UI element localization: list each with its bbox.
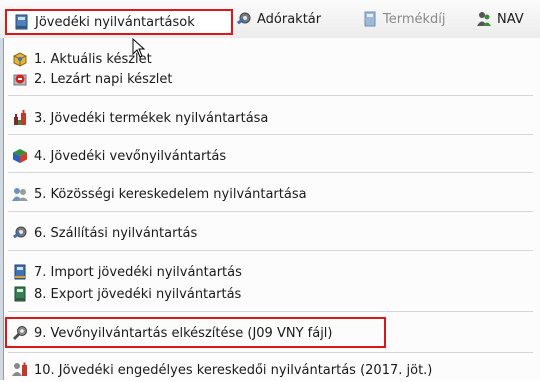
separator: [8, 134, 533, 135]
users-icon: [476, 11, 492, 27]
menu-jovedeki-nyilvantartasok[interactable]: Jövedéki nyilvántartások: [5, 9, 233, 35]
box-icon: [12, 51, 28, 67]
menu-item-kozossegi-kereskedelem[interactable]: 5. Közösségi kereskedelem nyilvántartása: [12, 183, 307, 205]
menu-item-label: 3. Jövedéki termékek nyilvántartása: [34, 110, 269, 126]
gear-icon: [12, 225, 28, 241]
cube-icon: [12, 148, 28, 164]
menu-item-label: 8. Export jövedéki nyilvántartás: [34, 286, 242, 302]
export-book-icon: [12, 286, 28, 302]
menu-item-lezart-napi-keszlet[interactable]: 2. Lezárt napi készlet: [12, 68, 172, 90]
menu-label: NAV: [497, 11, 524, 27]
separator: [8, 211, 533, 212]
separator: [8, 172, 533, 173]
menu-nav[interactable]: NAV: [476, 0, 524, 38]
menu-item-jovedeki-termekek[interactable]: 3. Jövedéki termékek nyilvántartása: [12, 107, 268, 129]
trader-icon: [12, 362, 28, 378]
bottles-icon: [12, 110, 28, 126]
menu-termekdij[interactable]: Termékdíj: [362, 0, 446, 38]
menu-item-label: 6. Szállítási nyilvántartás: [34, 225, 198, 241]
menu-item-jovedeki-vevonyilvantartas[interactable]: 4. Jövedéki vevőnyilvántartás: [12, 145, 226, 167]
separator: [8, 250, 533, 251]
menu-item-label: 7. Import jövedéki nyilvántartás: [34, 264, 242, 280]
menu-item-jovedeki-engedelyes-kereskedoi[interactable]: 10. Jövedéki engedélyes kereskedői nyilv…: [12, 360, 432, 380]
menu-item-label: 2. Lezárt napi készlet: [34, 71, 173, 87]
menu-item-aktualis-keszlet[interactable]: 1. Aktuális készlet: [12, 48, 152, 70]
menu-item-export-nyilvantartas[interactable]: 8. Export jövedéki nyilvántartás: [12, 283, 241, 305]
menu-item-szallitasi-nyilvantartas[interactable]: 6. Szállítási nyilvántartás: [12, 222, 197, 244]
menu-item-label: 4. Jövedéki vevőnyilvántartás: [34, 148, 227, 164]
menu-item-import-nyilvantartas[interactable]: 7. Import jövedéki nyilvántartás: [12, 261, 242, 283]
separator: [8, 352, 533, 353]
import-book-icon: [12, 264, 28, 280]
gear-icon: [236, 11, 252, 27]
menu-item-label: 5. Közösségi kereskedelem nyilvántartása: [34, 186, 307, 202]
menu-bar: Jövedéki nyilvántartások Adóraktár Termé…: [0, 0, 540, 39]
menu-item-label: 10. Jövedéki engedélyes kereskedői nyilv…: [34, 362, 433, 378]
green-book-icon: [362, 11, 378, 27]
separator: [8, 95, 533, 96]
book-icon: [14, 14, 30, 30]
mouse-cursor-icon: [132, 37, 146, 58]
menu-label: Jövedéki nyilvántartások: [35, 14, 195, 30]
menu-label: Adóraktár: [257, 11, 322, 27]
separator: [8, 311, 533, 312]
menu-label: Termékdíj: [383, 11, 446, 27]
stop-icon: [12, 71, 28, 87]
highlight-box: [5, 317, 386, 348]
menu-adoraktar[interactable]: Adóraktár: [236, 0, 321, 38]
people-icon: [12, 186, 28, 202]
